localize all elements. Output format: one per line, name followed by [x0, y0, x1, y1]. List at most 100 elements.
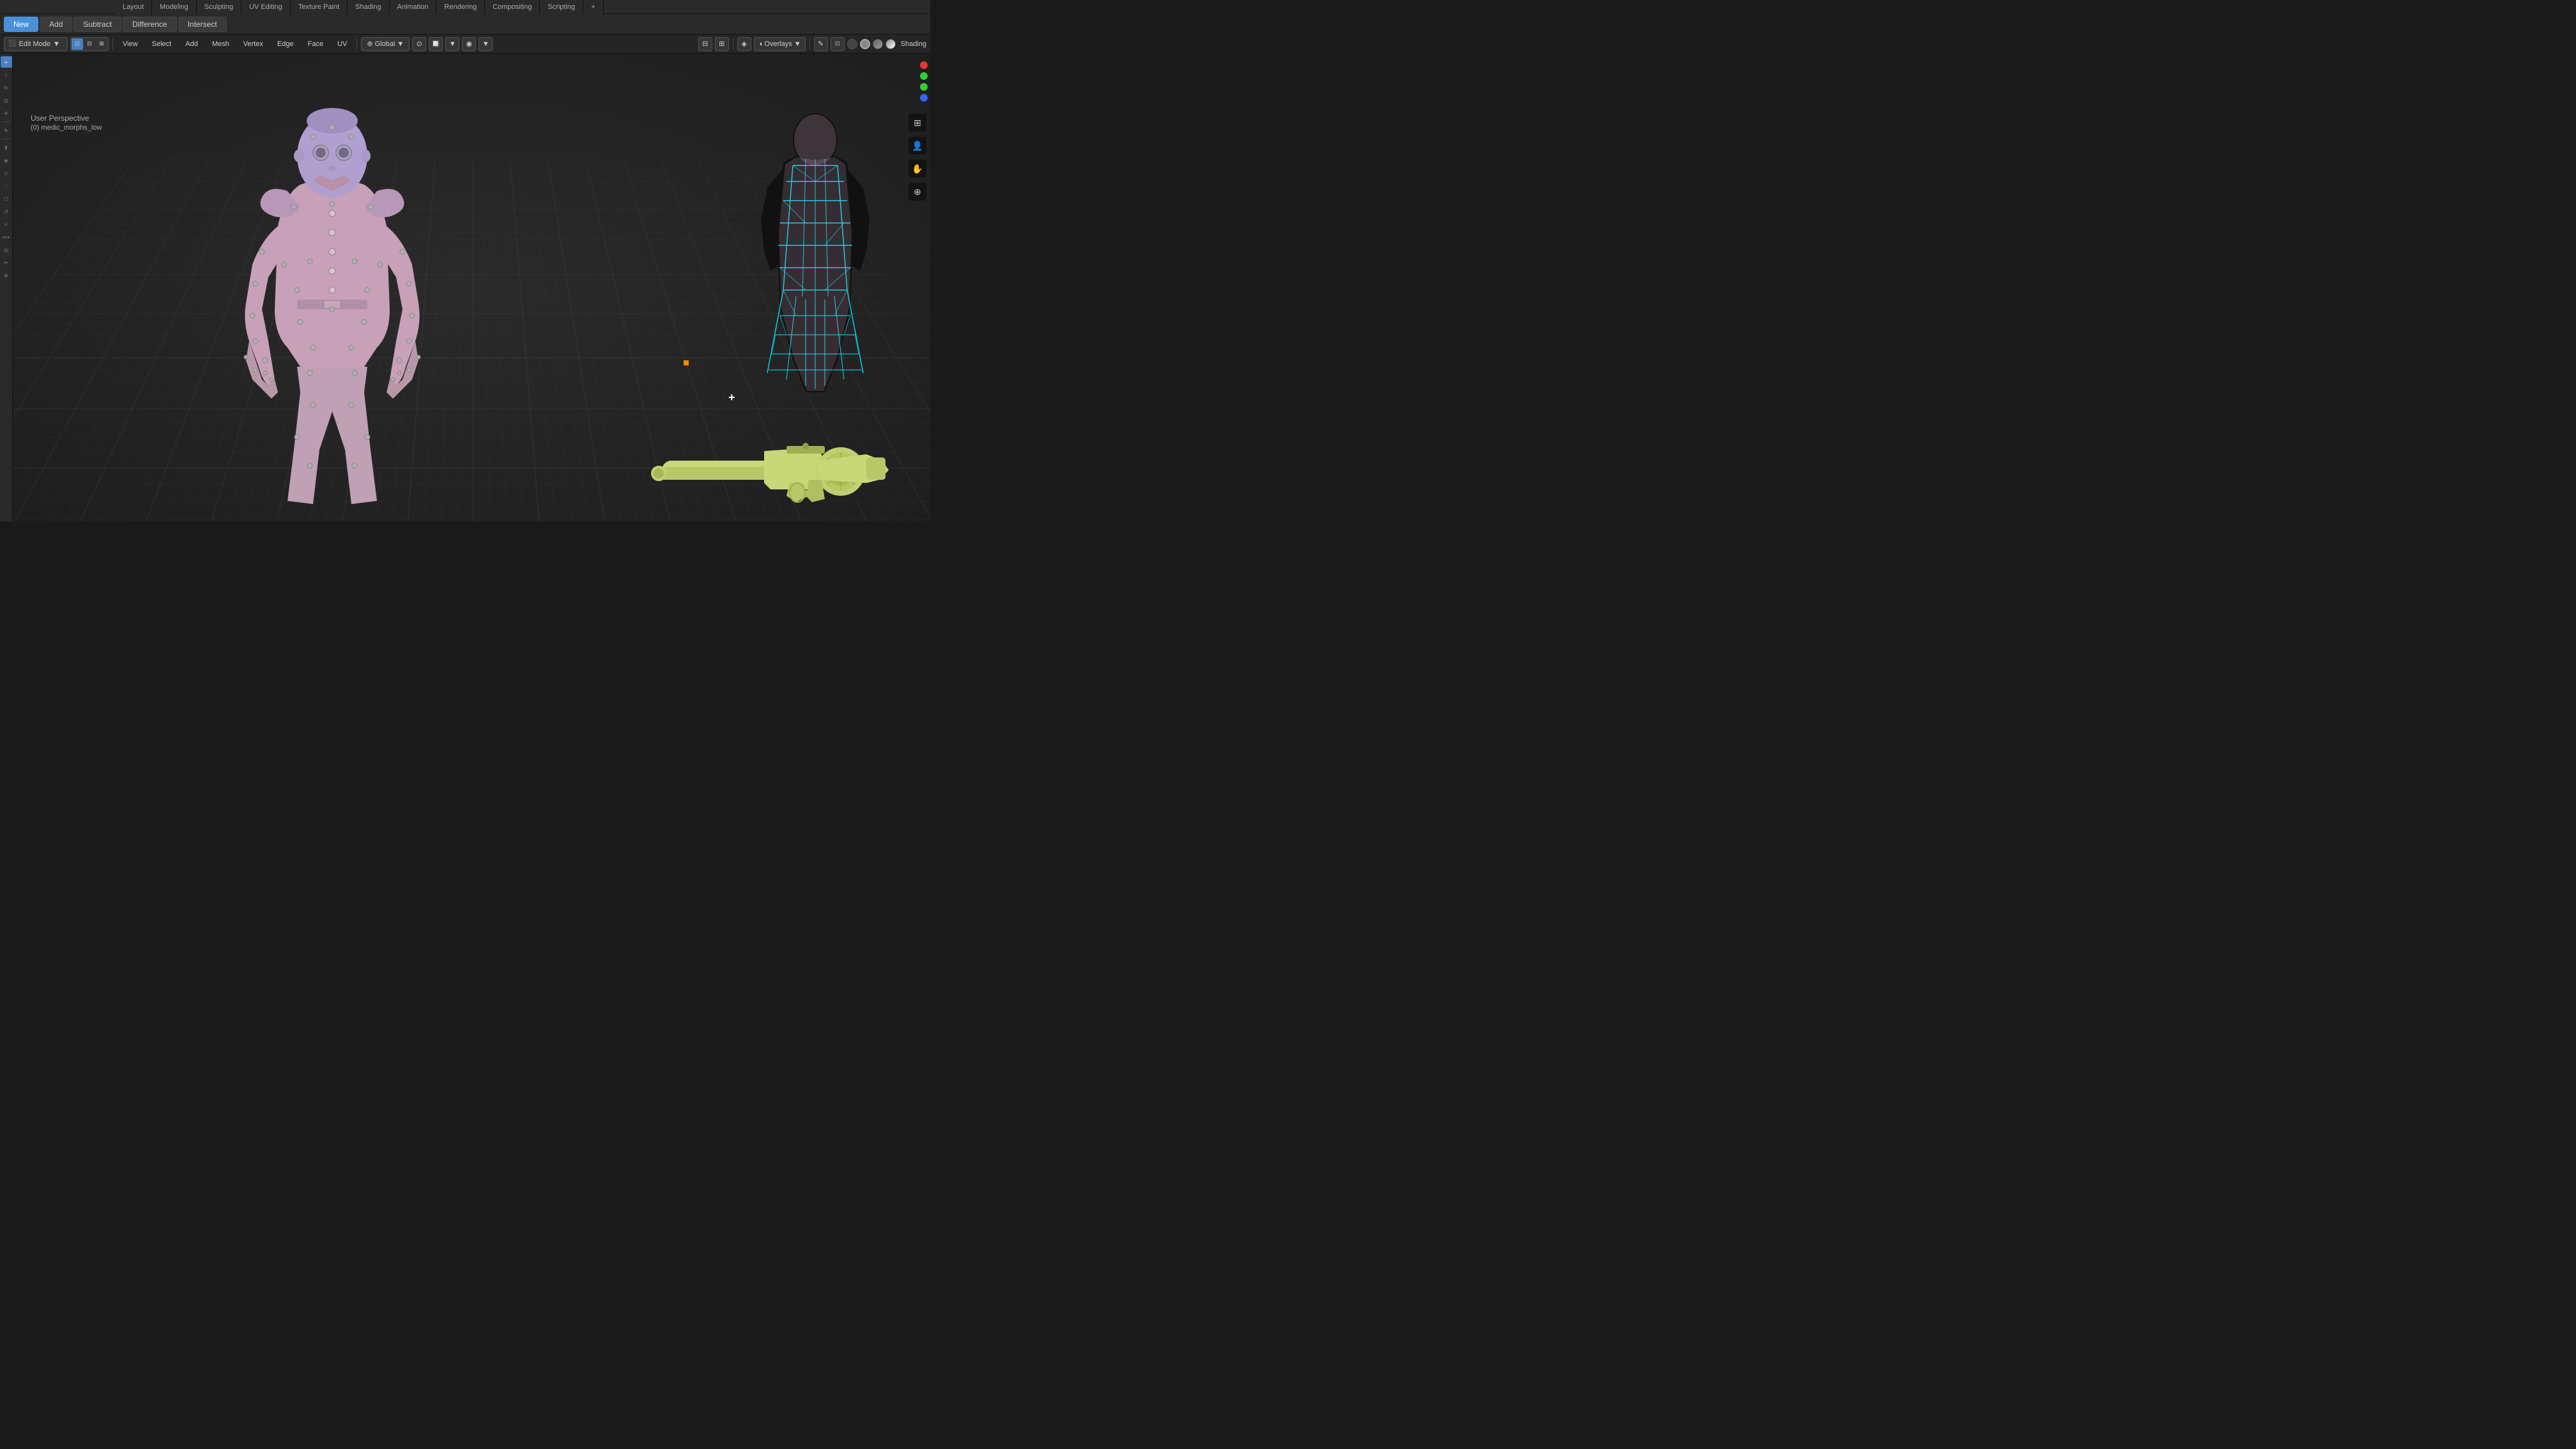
viewport-info: User Perspective (0) medic_morphs_low [31, 114, 102, 132]
status-dot-red [920, 61, 928, 69]
viewport-select-btn[interactable]: ⊟ [698, 37, 712, 51]
tab-layout[interactable]: Layout [115, 0, 152, 14]
intersect-button[interactable]: Intersect [178, 17, 227, 32]
main-character-model [172, 66, 492, 514]
vertex-menu[interactable]: Vertex [238, 37, 269, 51]
tab-shading[interactable]: Shading [348, 0, 389, 14]
status-dot-blue [920, 94, 928, 102]
shrink-tool[interactable]: ◎ [1, 244, 12, 256]
tab-scripting[interactable]: Scripting [540, 0, 583, 14]
pan-icon[interactable]: ✋ [908, 160, 926, 178]
tab-uvediting[interactable]: UV Editing [241, 0, 291, 14]
top-tabs: Layout Modeling Sculpting UV Editing Tex… [115, 0, 604, 14]
shading-controls: ⊟ ⊞ ◈ ◑ Overlays ▼ ✎ ⊡ Shading [698, 37, 926, 51]
edge-slide-tool[interactable]: ⟺ [1, 231, 12, 243]
subtract-button[interactable]: Subtract [73, 17, 121, 32]
cursor-tool[interactable]: ⊹ [1, 56, 12, 68]
status-dot-green1 [920, 72, 928, 80]
bisect-tool[interactable]: ⊘ [1, 270, 12, 281]
proportional-options-btn[interactable]: ▼ [479, 37, 493, 51]
loop-cut-tool[interactable]: ◌ [1, 180, 12, 192]
bevel-tool[interactable]: ◇ [1, 167, 12, 179]
global-label: Global [375, 40, 395, 48]
snap-options-btn[interactable]: ▼ [445, 37, 459, 51]
grid-view-icon[interactable]: ⊞ [908, 114, 926, 132]
top-menu-bar: Layout Modeling Sculpting UV Editing Tex… [0, 0, 930, 14]
mode-cube-icon: ⬛ [8, 40, 16, 47]
extrude-tool[interactable]: ⬆ [1, 142, 12, 153]
object-name-label: (0) medic_morphs_low [31, 124, 102, 132]
scene-shading-btn[interactable]: ◈ [737, 37, 751, 51]
mode-dropdown-icon: ▼ [53, 40, 60, 48]
edge-select-icon[interactable]: ⊟ [84, 38, 95, 50]
separator-4 [809, 38, 810, 50]
snap-btn[interactable]: 🔲 [429, 37, 443, 51]
select-mode-icons: ⊡ ⊟ ⊞ [70, 37, 109, 51]
annotate-tool[interactable]: ✎ [1, 125, 12, 136]
separator-1 [112, 38, 113, 50]
add-menu[interactable]: Add [180, 37, 204, 51]
new-button[interactable]: New [4, 17, 38, 32]
tab-compositing[interactable]: Compositing [485, 0, 540, 14]
overlays-btn[interactable]: ◑ Overlays ▼ [754, 37, 806, 51]
select-menu[interactable]: Select [146, 37, 178, 51]
knife-tool[interactable]: ✂ [1, 257, 12, 268]
tab-add[interactable]: + [583, 0, 603, 14]
pivot-point-btn[interactable]: ⊙ [412, 37, 426, 51]
overlays-icon: ◑ [758, 40, 763, 48]
face-select-icon[interactable]: ⊞ [96, 38, 107, 50]
uv-menu[interactable]: UV [332, 37, 353, 51]
edit-mode-toolbar: ⬛ Edit Mode ▼ ⊡ ⊟ ⊞ View Select Add Mesh… [0, 34, 930, 54]
smooth-tool[interactable]: ≈ [1, 218, 12, 230]
mode-selector[interactable]: ⬛ Edit Mode ▼ [4, 37, 68, 51]
pivot-dot [684, 360, 689, 365]
secondary-character-model [732, 105, 898, 399]
transform-dropdown-icon: ▼ [397, 40, 404, 48]
tab-modeling[interactable]: Modeling [152, 0, 197, 14]
status-dot-green2 [920, 83, 928, 91]
zoom-icon[interactable]: ⊕ [908, 183, 926, 201]
left-toolbar: ⊹ ↕ ↻ ⊡ ✛ ✎ ⬆ ◈ ◇ ◌ ⬡ ↺ ≈ ⟺ ◎ ✂ ⊘ [0, 54, 13, 521]
tab-rendering[interactable]: Rendering [436, 0, 485, 14]
transform-icon: ⊕ [367, 40, 372, 48]
tab-sculpting[interactable]: Sculpting [197, 0, 241, 14]
transform-orientation[interactable]: ⊕ Global ▼ [361, 37, 410, 51]
solid-shading-btn[interactable] [860, 39, 870, 49]
rotate-tool[interactable]: ↻ [1, 82, 12, 93]
perspective-label: User Perspective [31, 114, 102, 123]
rendered-shading-btn[interactable] [885, 39, 896, 49]
poly-build-tool[interactable]: ⬡ [1, 193, 12, 204]
xray-btn[interactable]: ⊡ [831, 37, 845, 51]
mesh-menu[interactable]: Mesh [206, 37, 235, 51]
face-menu[interactable]: Face [302, 37, 329, 51]
crosshair: + [728, 391, 735, 404]
scale-tool[interactable]: ⊡ [1, 95, 12, 106]
overlays-label: Overlays [764, 40, 792, 48]
difference-button[interactable]: Difference [123, 17, 176, 32]
add-button[interactable]: Add [40, 17, 72, 32]
editor-type-btn[interactable]: ✎ [814, 37, 828, 51]
view-menu[interactable]: View [117, 37, 144, 51]
proportional-btn[interactable]: ◉ [462, 37, 476, 51]
material-shading-btn[interactable] [873, 39, 883, 49]
transform-tool[interactable]: ✛ [1, 107, 12, 119]
viewport-navigation-panel: ⊞ 👤 ✋ ⊕ [908, 114, 926, 201]
edge-menu[interactable]: Edge [272, 37, 300, 51]
inset-tool[interactable]: ◈ [1, 155, 12, 166]
overlays-dropdown-icon: ▼ [794, 40, 801, 48]
tab-texturepaint[interactable]: Texture Paint [291, 0, 348, 14]
status-indicator [920, 61, 928, 102]
spin-tool[interactable]: ↺ [1, 206, 12, 217]
shading-label: Shading [901, 40, 926, 48]
camera-persp-icon[interactable]: 👤 [908, 137, 926, 155]
separator [2, 121, 11, 122]
3d-viewport[interactable]: + User Perspective (0) medic_morphs_low … [13, 54, 930, 521]
vertex-select-icon[interactable]: ⊡ [72, 38, 83, 50]
boolean-operations-bar: New Add Subtract Difference Intersect [0, 14, 930, 34]
viewport-mode-btn[interactable]: ⊞ [715, 37, 729, 51]
tab-animation[interactable]: Animation [390, 0, 437, 14]
weapon-model [649, 432, 917, 515]
mode-label: Edit Mode [19, 40, 50, 48]
wireframe-shading-btn[interactable] [847, 39, 857, 49]
move-tool[interactable]: ↕ [1, 69, 12, 80]
